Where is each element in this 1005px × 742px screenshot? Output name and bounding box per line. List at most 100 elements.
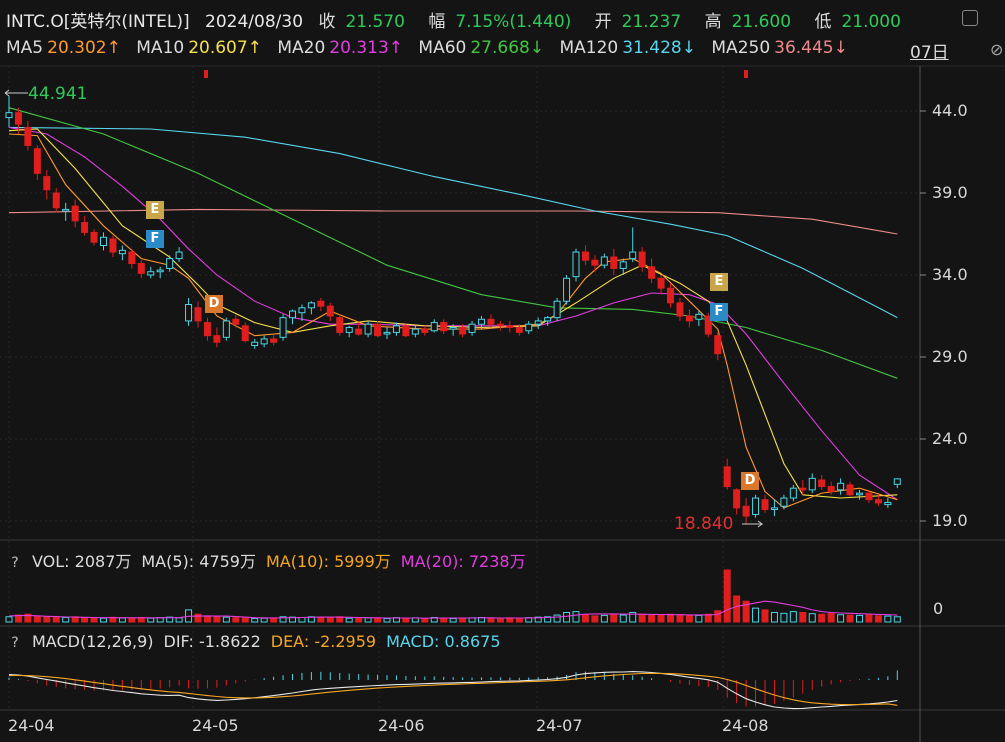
candle-body [5, 112, 13, 119]
candle-body [402, 325, 410, 337]
volume-bar [676, 614, 684, 623]
ma250-line [8, 208, 898, 235]
macd-title: MACD(12,26,9) [32, 632, 154, 651]
candle-body [317, 300, 325, 307]
macd-legend: ? MACD(12,26,9) DIF: -1.8622 DEA: -2.2959 MA… [6, 632, 501, 652]
volume-bar [147, 617, 155, 623]
volume-bar [487, 617, 495, 623]
volume-bar [610, 613, 618, 623]
candle-body [648, 266, 656, 279]
candle-body [534, 320, 542, 325]
volume-bar [827, 612, 835, 623]
volume-bar [780, 612, 788, 623]
candle-body [714, 335, 722, 355]
candle-body [194, 307, 202, 322]
candle-body [383, 331, 391, 335]
volume-bar [638, 614, 646, 623]
candle-body [33, 148, 41, 174]
y-tick: 29.0 [932, 347, 968, 366]
volume-bar [326, 616, 334, 623]
volume-bar [118, 617, 126, 623]
candle-body [232, 318, 240, 325]
signal-badge-f[interactable]: F [710, 303, 728, 321]
ma60-line [8, 107, 898, 379]
candle-body [100, 236, 107, 246]
ma120-line [8, 126, 898, 319]
candle-body [52, 192, 60, 209]
candle-body [449, 326, 457, 330]
candle-body [610, 256, 618, 269]
volume-bar [714, 610, 722, 623]
candle-body [742, 505, 750, 517]
candle-body [440, 322, 448, 332]
signal-badge-f[interactable]: F [146, 230, 164, 248]
candle-body [695, 313, 703, 320]
volume-bar [818, 613, 826, 623]
candle-body [752, 497, 760, 515]
candle-body [667, 287, 674, 304]
candle-body [468, 323, 476, 333]
candle-body [156, 269, 164, 273]
vol-ma10: MA(10): 5999万 [266, 552, 391, 571]
volume-bar [5, 616, 13, 623]
volume-bar [496, 618, 504, 623]
volume-bar [194, 613, 202, 623]
signal-badge-d[interactable]: D [741, 472, 759, 490]
volume-bar [241, 617, 249, 623]
volume-bar [421, 618, 429, 623]
candle-body [90, 231, 98, 243]
volume-bar [733, 595, 741, 623]
candle-body [298, 307, 306, 314]
volume-bar [648, 614, 656, 623]
high-mark-arrow [4, 89, 28, 97]
volume-bar [251, 618, 259, 623]
candle-body [137, 263, 145, 274]
volume-bar [203, 615, 211, 623]
y-tick: 34.0 [932, 265, 968, 284]
candle-body [43, 176, 51, 191]
candle-body [856, 492, 863, 496]
volume-bar [761, 609, 769, 623]
vol-value: VOL: 2087万 [32, 552, 132, 571]
ma20-line [8, 126, 898, 501]
signal-badge-e[interactable]: E [146, 201, 164, 219]
candle-body [827, 486, 835, 492]
candle-body [270, 338, 278, 343]
volume-bar [374, 617, 382, 623]
signal-badge-d[interactable]: D [205, 295, 223, 313]
candle-body [147, 271, 155, 276]
volume-bar [667, 613, 674, 623]
vol-ma5: MA(5): 4759万 [141, 552, 256, 571]
volume-bar [865, 614, 873, 623]
volume-bar [884, 615, 892, 623]
volume-bar [232, 617, 240, 623]
candle-body [251, 341, 259, 347]
help-icon[interactable]: ? [6, 634, 24, 652]
candle-body [411, 328, 419, 335]
candle-body [241, 325, 249, 342]
macd-dif: DIF: -1.8622 [163, 632, 261, 651]
candle-body [459, 326, 467, 335]
candle-body [572, 251, 580, 278]
candle-body [553, 300, 561, 319]
candle-body [185, 304, 193, 322]
event-marker [204, 70, 208, 78]
candle-body [808, 477, 816, 491]
volume-bar [383, 618, 391, 623]
volume-bar [440, 617, 448, 623]
candle-body [118, 249, 126, 255]
volume-bar [581, 614, 589, 623]
volume-bar [402, 617, 410, 623]
volume-bar [175, 617, 183, 623]
candle-body [799, 487, 807, 491]
signal-badge-e[interactable]: E [710, 273, 728, 291]
macd-value: MACD: 0.8675 [386, 632, 501, 651]
help-icon[interactable]: ? [6, 554, 24, 572]
candle-body [487, 318, 495, 325]
candle-body [865, 492, 873, 501]
candle-body [515, 326, 523, 333]
candle-body [289, 310, 296, 319]
volume-bar [695, 614, 703, 623]
candle-body [345, 326, 353, 333]
candle-body [780, 497, 788, 507]
